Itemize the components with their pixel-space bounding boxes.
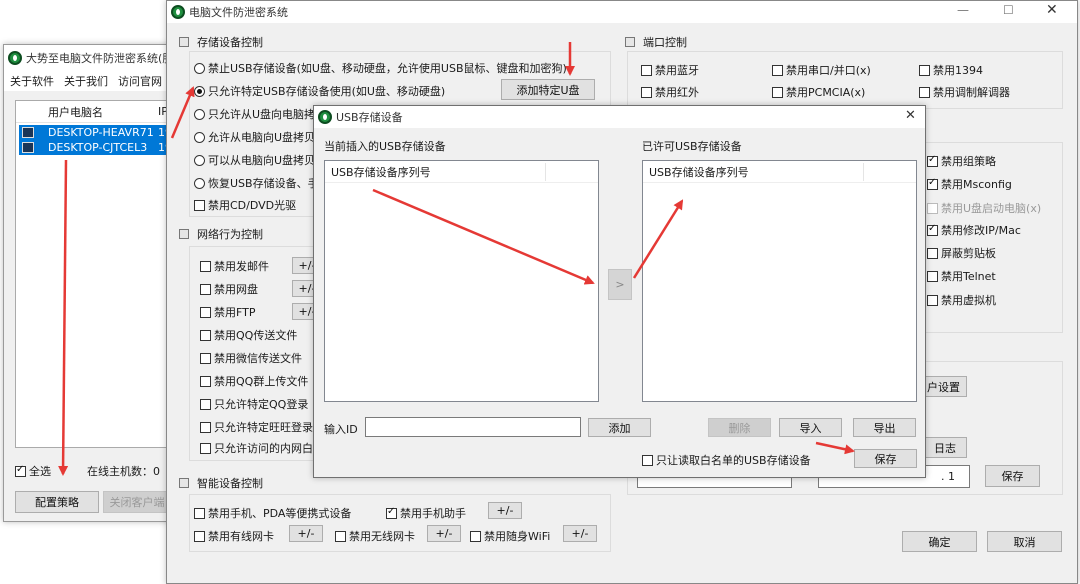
arrow-to-move-button [372,188,595,285]
arrow-to-radio [170,86,195,139]
annotation-arrows [58,42,855,476]
arrow-to-list [58,159,69,476]
arrow-to-allowed-list [632,199,684,279]
arrow-to-save [815,441,855,455]
